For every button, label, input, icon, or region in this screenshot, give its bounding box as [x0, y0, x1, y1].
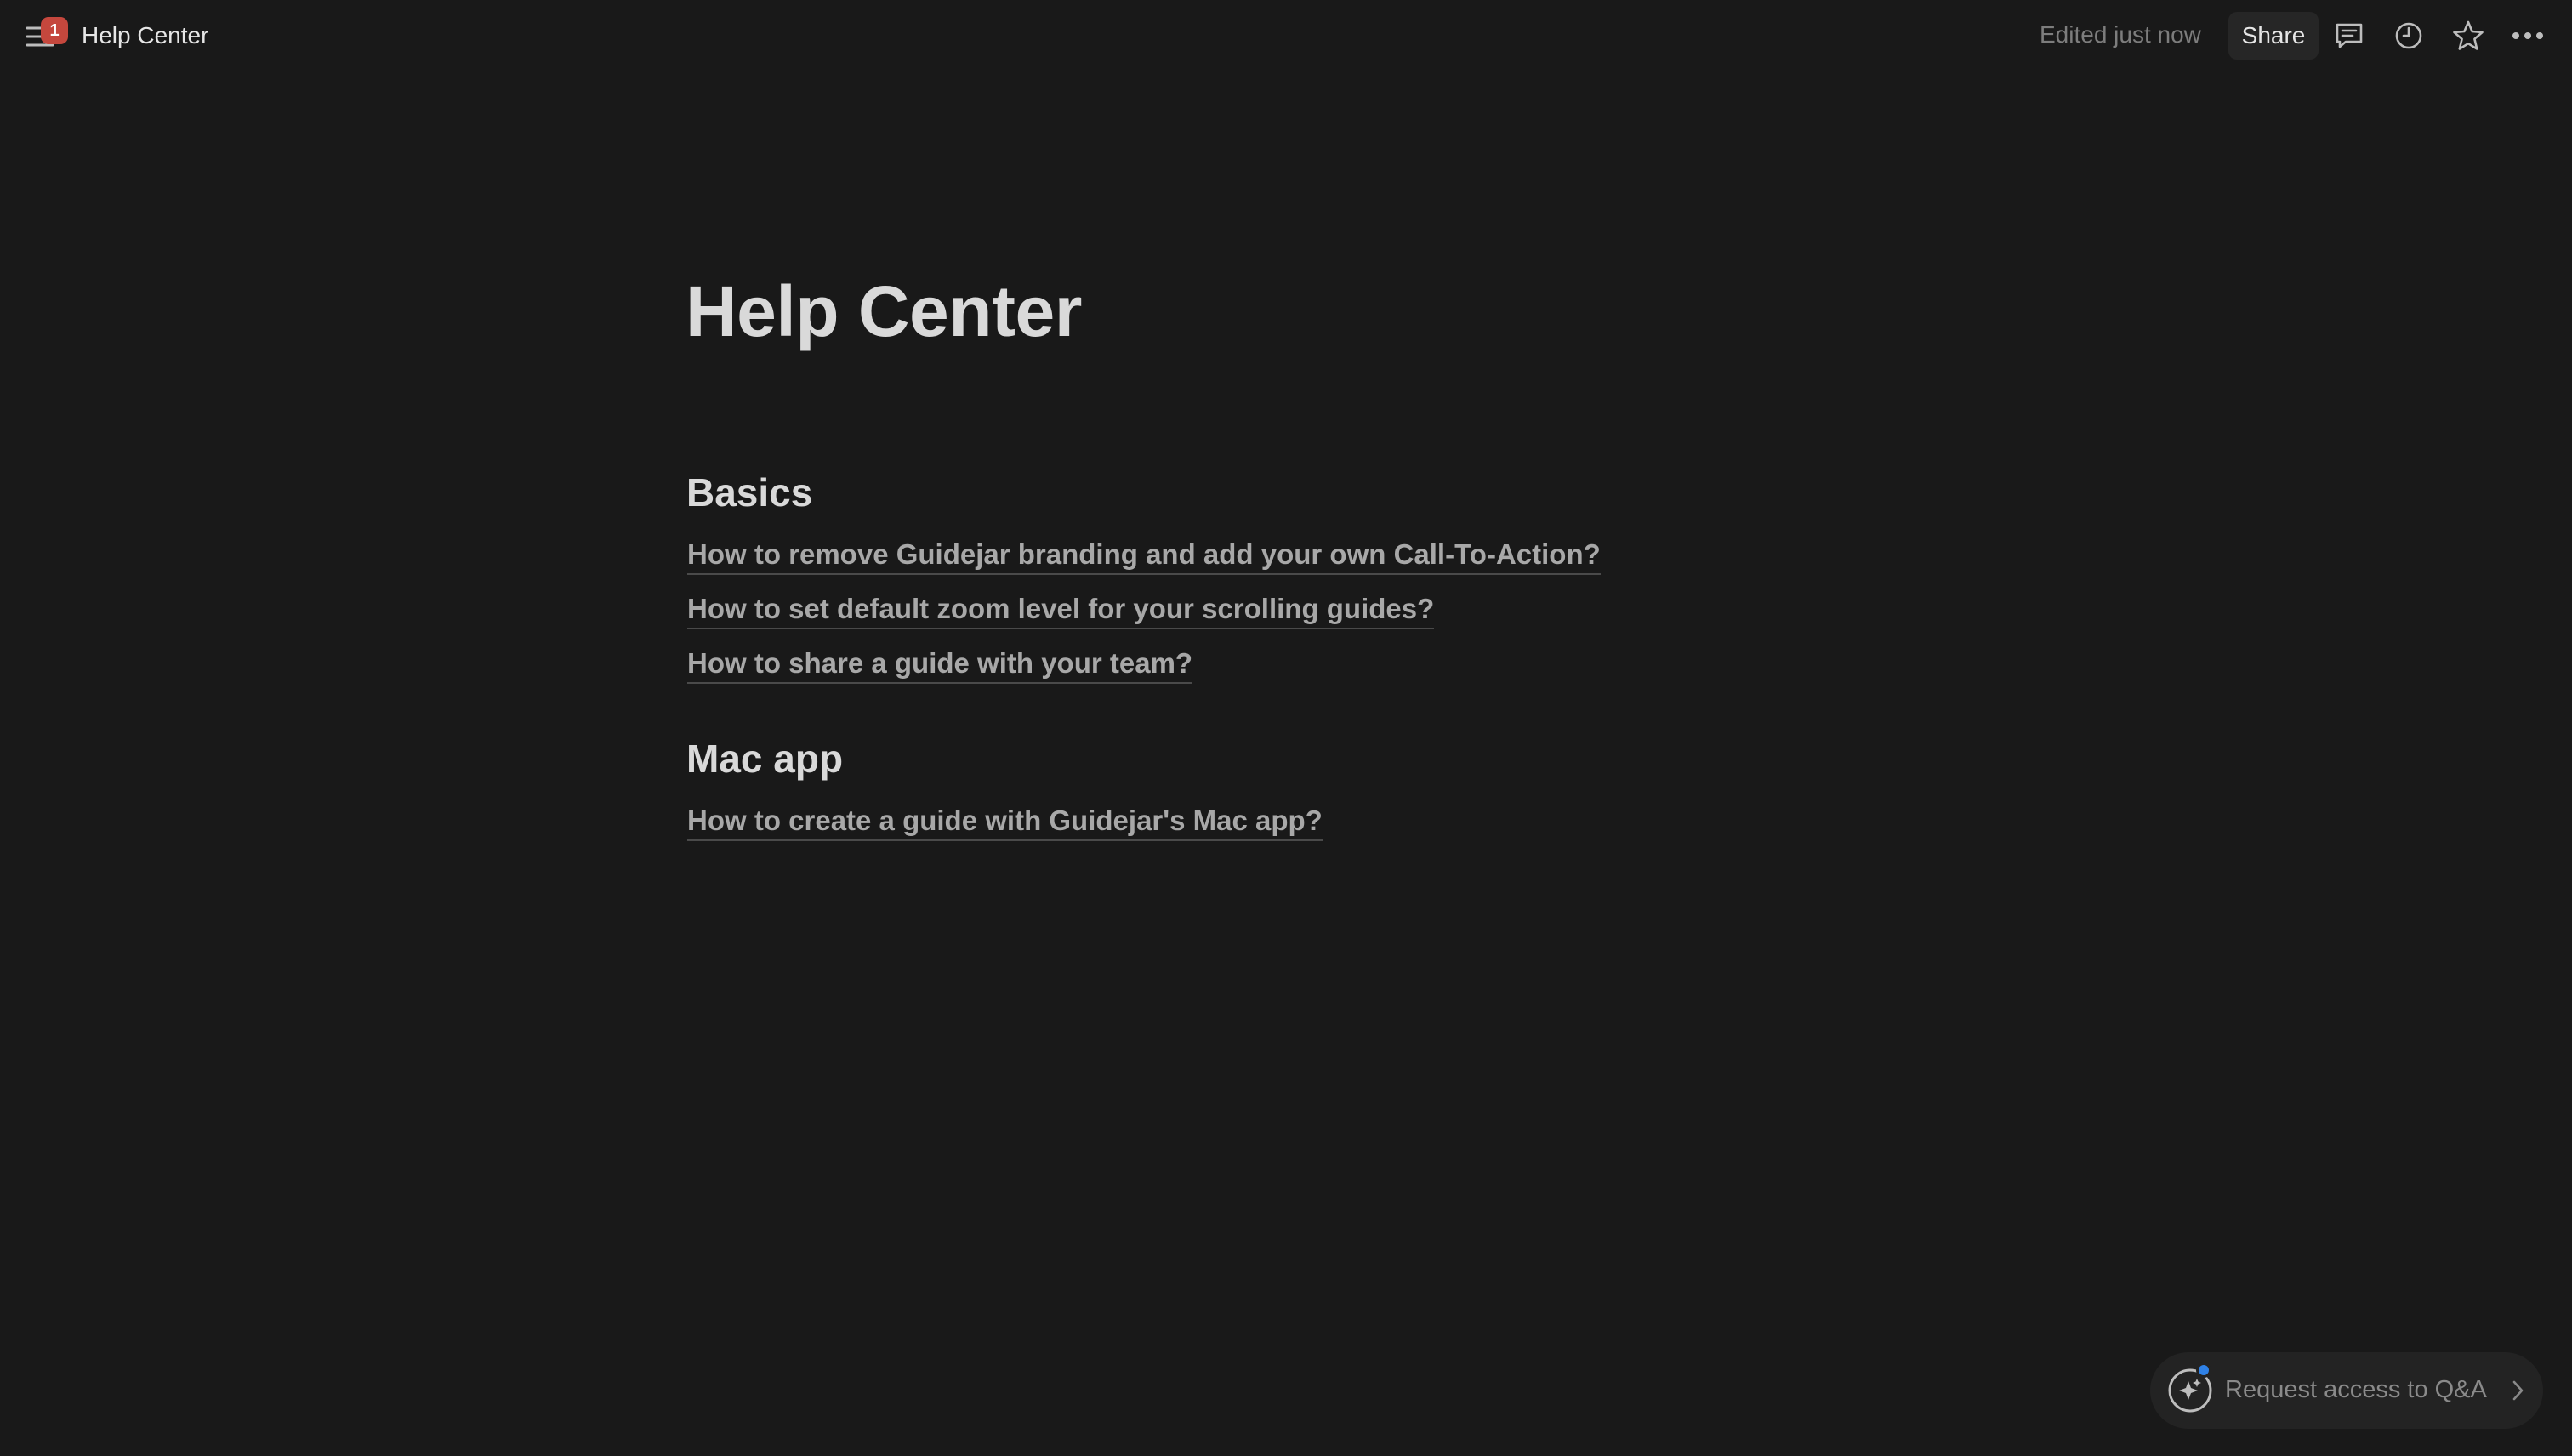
edited-status: Edited just now — [2040, 21, 2201, 48]
more-horizontal-icon — [2512, 32, 2543, 39]
history-button[interactable] — [2385, 12, 2433, 60]
article-link[interactable]: How to share a guide with your team? — [687, 646, 1193, 684]
qa-label: Request access to Q&A — [2225, 1376, 2487, 1403]
share-button[interactable]: Share — [2228, 12, 2319, 60]
app-window: 1 Help Center Edited just now Share Help… — [0, 0, 2572, 1456]
article-link[interactable]: How to create a guide with Guidejar's Ma… — [687, 804, 1323, 841]
section-heading-basics: Basics — [686, 470, 813, 515]
request-qa-access-button[interactable]: Request access to Q&A — [2150, 1352, 2543, 1429]
comment-icon — [2336, 23, 2363, 48]
comments-button[interactable] — [2325, 12, 2373, 60]
section-heading-mac-app: Mac app — [686, 737, 844, 781]
status-dot — [2196, 1362, 2211, 1378]
sidebar-menu-button[interactable]: 1 — [19, 17, 68, 60]
top-bar: 1 Help Center Edited just now Share — [0, 0, 2572, 75]
breadcrumb-title[interactable]: Help Center — [82, 22, 208, 49]
clock-icon — [2395, 22, 2422, 49]
article-link[interactable]: How to set default zoom level for your s… — [687, 592, 1435, 629]
page-title: Help Center — [686, 271, 1082, 351]
article-link[interactable]: How to remove Guidejar branding and add … — [687, 537, 1601, 575]
star-icon — [2453, 20, 2484, 50]
notification-badge: 1 — [41, 17, 68, 44]
chevron-right-icon — [2512, 1380, 2524, 1401]
favorite-button[interactable] — [2444, 12, 2492, 60]
more-options-button[interactable] — [2504, 12, 2552, 60]
